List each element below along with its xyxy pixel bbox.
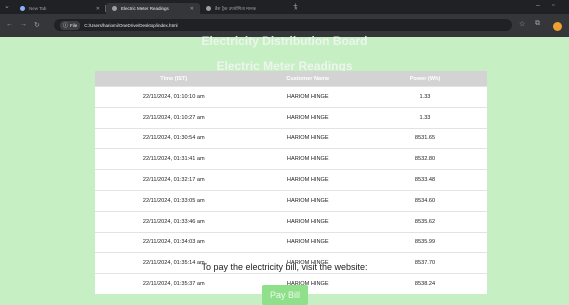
readings-table-wrap: Time (IST) Customer Name Power (Wh) 22/1… xyxy=(95,71,487,294)
table-row: 22/11/2024, 01:31:41 am HARIOM HINGE 8532.… xyxy=(95,148,487,170)
table-row: 22/11/2024, 01:30:54 am HARIOM HINGE 8531.… xyxy=(95,127,487,149)
chrome-icon xyxy=(20,6,25,11)
tab-electric-meter[interactable]: Electric Meter Readings ✕ xyxy=(106,3,200,14)
cell-customer: HARIOM HINGE xyxy=(252,127,363,149)
cell-time: 22/11/2024, 01:33:46 am xyxy=(95,210,253,233)
page-content: Electricity Distribution Board Electric … xyxy=(0,34,569,305)
tab-search-icon[interactable]: ⌄ xyxy=(4,2,10,10)
table-row: 22/11/2024, 01:33:46 am HARIOM HINGE 8535.… xyxy=(95,210,487,233)
cell-time: 22/11/2024, 01:35:37 am xyxy=(95,273,253,294)
info-icon: ⓘ xyxy=(63,22,69,29)
cell-time: 22/11/2024, 01:32:17 am xyxy=(95,169,253,191)
back-icon[interactable]: ← xyxy=(6,21,13,28)
cell-power: 1.33 xyxy=(362,86,487,108)
table-row: 22/11/2024, 01:10:27 am HARIOM HINGE 1.33 xyxy=(95,106,487,129)
table-header-row: Time (IST) Customer Name Power (Wh) xyxy=(95,71,487,87)
cell-power: 8531.65 xyxy=(362,127,487,149)
cell-time: 22/11/2024, 01:31:41 am xyxy=(95,148,253,170)
minimize-icon[interactable]: – xyxy=(536,2,540,9)
cell-customer: HARIOM HINGE xyxy=(252,189,363,212)
restore-icon[interactable]: ▫ xyxy=(552,2,554,9)
visit-website-text: To pay the electricity bill, visit the w… xyxy=(201,262,368,272)
header-customer: Customer Name xyxy=(252,71,363,87)
cell-power: 1.33 xyxy=(362,106,487,129)
reload-icon[interactable]: ↻ xyxy=(34,21,40,29)
new-tab-button[interactable]: + xyxy=(293,1,298,10)
readings-table: Time (IST) Customer Name Power (Wh) 22/1… xyxy=(95,71,487,294)
extensions-icon[interactable]: ⧉ xyxy=(535,20,540,28)
cell-time: 22/11/2024, 01:30:54 am xyxy=(95,127,253,149)
table-row: 22/11/2024, 01:33:05 am HARIOM HINGE 8534.… xyxy=(95,189,487,212)
cell-power: 8538.24 xyxy=(362,273,487,294)
cell-time: 22/11/2024, 01:33:05 am xyxy=(95,189,253,212)
table-row: 22/11/2024, 01:32:17 am HARIOM HINGE 8533.… xyxy=(95,169,487,191)
omnibox[interactable]: ⓘ File C:/Users/hariomi/OneDrive/Desktop… xyxy=(54,19,512,31)
tab-label: डैश ट्रैक उपयोगिता मानक xyxy=(215,5,256,11)
tab-new-tab[interactable]: New Tab ✕ xyxy=(14,3,106,14)
cell-power: 8533.48 xyxy=(362,169,487,191)
cell-customer: HARIOM HINGE xyxy=(252,210,363,233)
cell-customer: HARIOM HINGE xyxy=(252,231,363,253)
tab-label: New Tab xyxy=(29,6,47,11)
cell-power: 8532.80 xyxy=(362,148,487,170)
cell-customer: HARIOM HINGE xyxy=(252,169,363,191)
cell-time: 22/11/2024, 01:10:27 am xyxy=(95,106,253,129)
page-title: Electricity Distribution Board xyxy=(201,34,368,48)
url-text[interactable]: C:/Users/hariomi/OneDrive/Desktop/index.… xyxy=(84,23,177,28)
globe-icon xyxy=(206,6,211,11)
cell-customer: HARIOM HINGE xyxy=(252,106,363,129)
cell-power: 8535.99 xyxy=(362,231,487,253)
header-time: Time (IST) xyxy=(95,71,253,87)
pay-bill-button[interactable]: Pay Bill xyxy=(262,285,308,305)
file-chip[interactable]: ⓘ File xyxy=(60,20,81,30)
cell-time: 22/11/2024, 01:34:03 am xyxy=(95,231,253,253)
tab-label: Electric Meter Readings xyxy=(121,6,169,11)
forward-icon[interactable]: → xyxy=(20,21,27,28)
globe-icon xyxy=(112,6,117,11)
tab-dashboard[interactable]: डैश ट्रैक उपयोगिता मानक ✕ xyxy=(200,3,304,14)
cell-power: 8534.60 xyxy=(362,189,487,212)
file-chip-label: File xyxy=(70,22,78,28)
close-tab-icon[interactable]: ✕ xyxy=(90,6,100,12)
close-tab-icon[interactable]: ✕ xyxy=(184,6,194,12)
cell-power: 8535.62 xyxy=(362,210,487,233)
cell-customer: HARIOM HINGE xyxy=(252,148,363,170)
cell-time: 22/11/2024, 01:10:10 am xyxy=(95,86,253,108)
table-row: 22/11/2024, 01:34:03 am HARIOM HINGE 8535.… xyxy=(95,231,487,253)
star-icon[interactable]: ☆ xyxy=(519,20,525,28)
cell-customer: HARIOM HINGE xyxy=(252,86,363,108)
header-power: Power (Wh) xyxy=(362,71,487,87)
table-row: 22/11/2024, 01:10:10 am HARIOM HINGE 1.33 xyxy=(95,86,487,108)
profile-avatar[interactable] xyxy=(553,22,562,31)
browser-tab-bar: ⌄ New Tab ✕ Electric Meter Readings ✕ डै… xyxy=(0,0,569,14)
